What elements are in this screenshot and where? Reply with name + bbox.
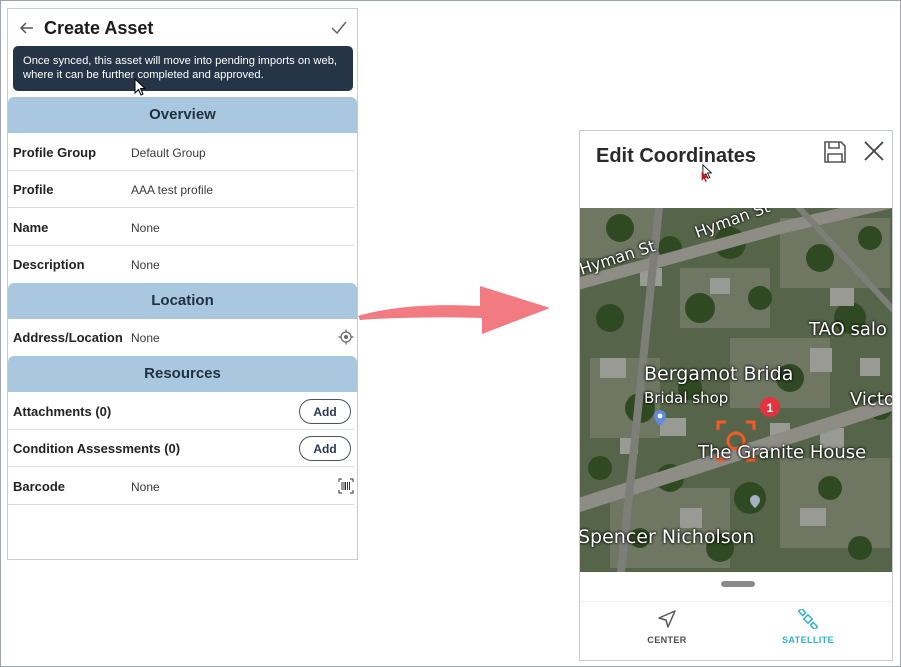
edit-coordinates-screen: Edit Coordinates 1 Hyman St Hyman St TAO… <box>579 130 893 661</box>
profile-value[interactable]: AAA test profile <box>131 183 213 197</box>
description-label: Description <box>13 257 85 272</box>
map-label-business: The Granite House <box>698 442 867 463</box>
close-icon[interactable] <box>862 139 886 163</box>
sync-info-tooltip: Once synced, this asset will move into p… <box>13 46 353 91</box>
attachments-label: Attachments (0) <box>13 404 112 419</box>
satellite-icon <box>798 609 818 629</box>
map-label-business: Bergamot Brida <box>644 363 794 385</box>
barcode-row[interactable]: Barcode None <box>8 468 354 505</box>
center-tab-label: CENTER <box>647 635 687 645</box>
divider <box>580 601 892 602</box>
profile-label: Profile <box>13 182 54 197</box>
navigation-arrow-icon <box>658 610 676 628</box>
name-row[interactable]: Name None <box>8 209 354 246</box>
name-value[interactable]: None <box>131 221 160 235</box>
save-icon[interactable] <box>823 140 847 164</box>
tooltip-text: Once synced, this asset will move into p… <box>23 55 338 81</box>
check-icon[interactable] <box>329 18 349 38</box>
back-arrow-icon[interactable] <box>17 18 37 38</box>
create-asset-header: Create Asset <box>8 9 357 49</box>
profile-group-value[interactable]: Default Group <box>131 146 206 160</box>
profile-group-label: Profile Group <box>13 145 97 160</box>
profile-row[interactable]: Profile AAA test profile <box>8 171 354 208</box>
satellite-map[interactable]: 1 Hyman St Hyman St TAO salo Bergamot Br… <box>580 208 893 572</box>
description-row[interactable]: Description None <box>8 246 354 283</box>
satellite-tab[interactable]: SATELLITE <box>758 609 858 645</box>
mouse-cursor-icon <box>134 78 147 96</box>
barcode-scan-icon[interactable] <box>338 478 354 494</box>
barcode-label: Barcode <box>13 479 66 494</box>
cluster-badge[interactable]: 1 <box>767 401 774 415</box>
transition-arrow-icon <box>358 286 550 334</box>
barcode-value[interactable]: None <box>131 480 160 494</box>
add-attachment-button[interactable]: Add <box>299 399 351 424</box>
description-value[interactable]: None <box>131 258 160 272</box>
address-value[interactable]: None <box>131 331 160 345</box>
map-label-business: Spencer Nicholson <box>580 526 755 548</box>
profile-group-row[interactable]: Profile Group Default Group <box>8 134 354 171</box>
location-section-header: Location <box>8 283 357 319</box>
add-condition-assessment-button[interactable]: Add <box>299 436 351 461</box>
page-title: Create Asset <box>44 18 154 38</box>
red-pointer-icon <box>701 171 709 182</box>
name-label: Name <box>13 220 49 235</box>
map-label-business: Victo <box>850 389 893 410</box>
drag-handle[interactable] <box>721 581 755 587</box>
condition-assessments-row: Condition Assessments (0) Add <box>8 430 354 467</box>
map-label-category: Bridal shop <box>644 389 729 407</box>
attachments-row: Attachments (0) Add <box>8 393 354 430</box>
address-label: Address/Location <box>13 330 123 345</box>
overview-section-header: Overview <box>8 97 357 133</box>
create-asset-screen: Create Asset Once synced, this asset wil… <box>7 8 358 560</box>
page-title: Edit Coordinates <box>596 145 757 167</box>
map-label-business: TAO salo <box>809 319 887 340</box>
locate-target-icon[interactable] <box>338 329 354 345</box>
satellite-tab-label: SATELLITE <box>782 635 834 645</box>
center-tab[interactable]: CENTER <box>617 609 717 645</box>
condition-assessments-label: Condition Assessments (0) <box>13 441 181 456</box>
address-row[interactable]: Address/Location None <box>8 319 354 356</box>
resources-section-header: Resources <box>8 356 357 392</box>
